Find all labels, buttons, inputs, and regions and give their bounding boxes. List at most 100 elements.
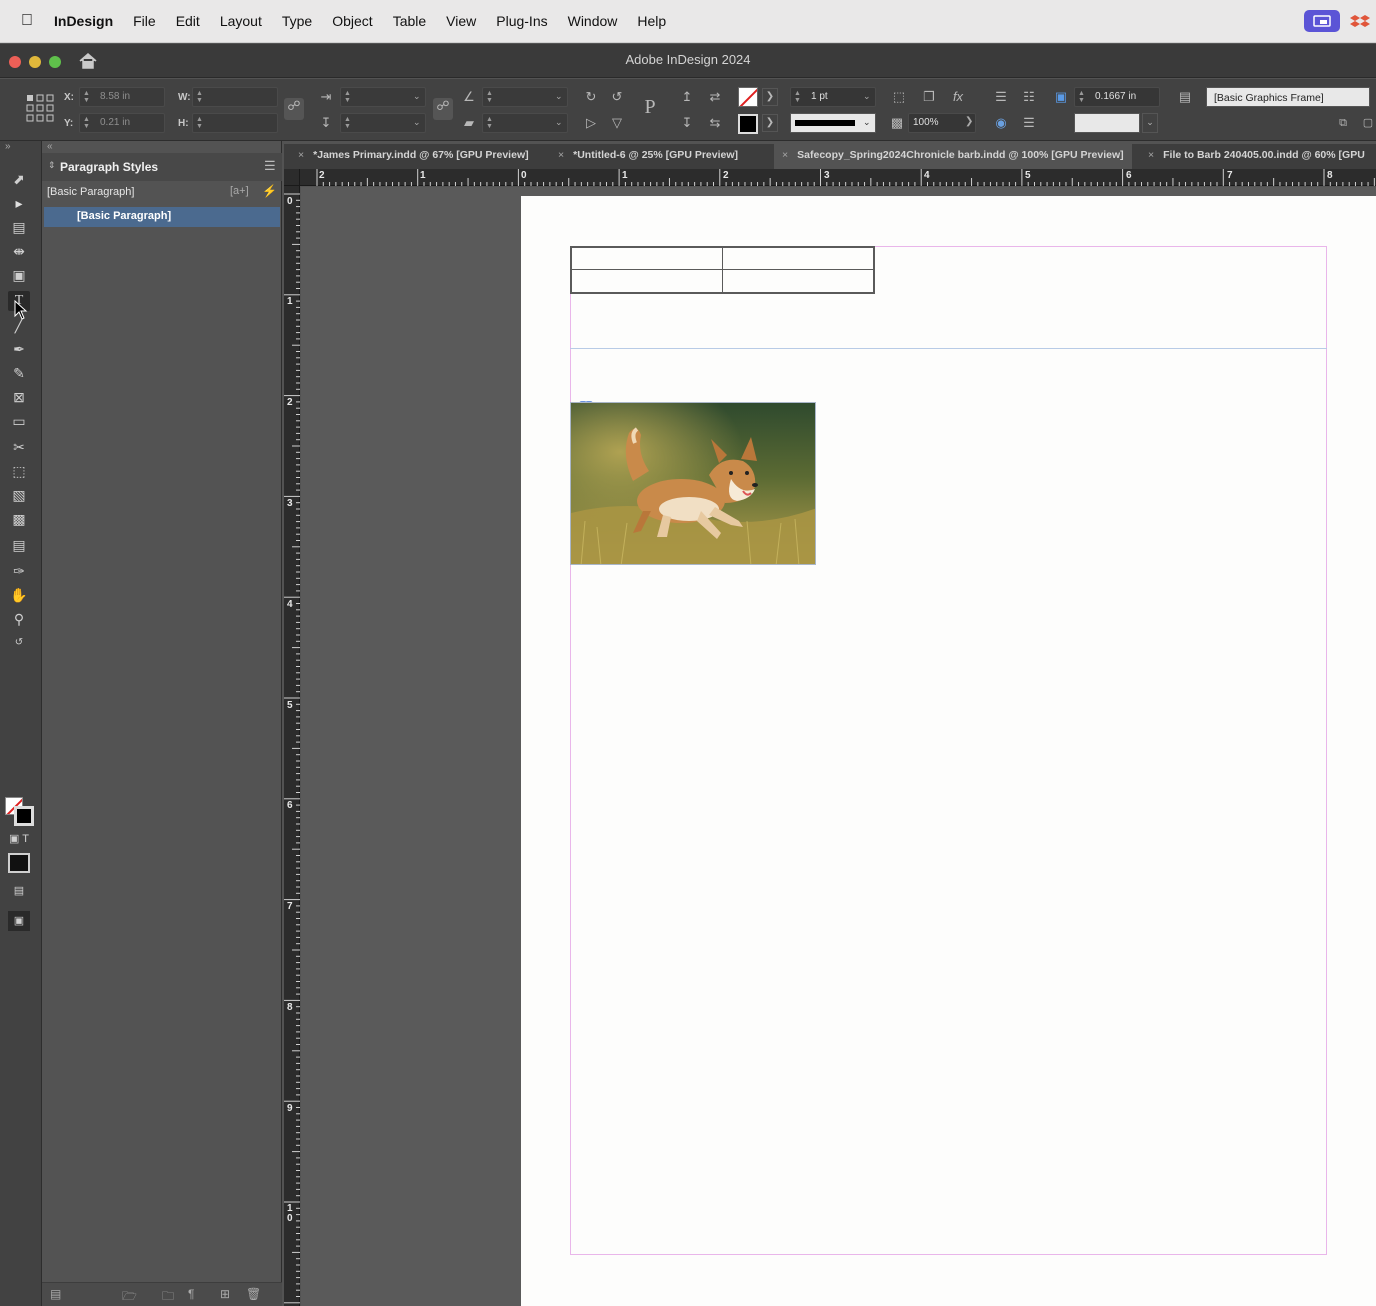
panel-menu-icon[interactable]: ☰	[264, 158, 276, 174]
formatting-affects-icon[interactable]: ▣ T	[4, 829, 34, 849]
stroke-swatch-dropdown-icon[interactable]: ❯	[762, 114, 778, 132]
stroke-color-dropdown-icon[interactable]: ⌄	[1142, 113, 1158, 133]
panel-expand-icon[interactable]: ⇕	[48, 160, 56, 171]
folder-icon[interactable]: 🗀	[162, 1287, 174, 1306]
stepper-icon[interactable]: ▲ ▼	[794, 90, 801, 104]
note-tool-icon[interactable]: ▤	[8, 535, 30, 555]
gradient-swatch-tool-icon[interactable]: ▧	[8, 485, 30, 505]
screen-mode-icon[interactable]: ▤	[8, 881, 30, 901]
stepper-icon[interactable]: ▲ ▼	[83, 90, 90, 104]
content-collector-icon[interactable]: ▣	[8, 265, 30, 285]
table-cell[interactable]	[571, 269, 723, 294]
constrain-proportions-icon[interactable]: ☍	[284, 98, 304, 120]
stroke-swatch-icon[interactable]	[738, 114, 758, 134]
constrain-scale-icon[interactable]: ☍	[433, 98, 453, 120]
flip-horizontal-icon[interactable]: ▷	[582, 115, 600, 131]
table-cell[interactable]	[722, 269, 875, 294]
object-style-dropdown[interactable]: [Basic Graphics Frame]	[1206, 87, 1370, 107]
free-transform-tool-icon[interactable]: ⬚	[8, 461, 30, 481]
wrap-around-icon[interactable]: ☷	[1020, 89, 1038, 105]
style-list-item[interactable]: [Basic Paragraph]	[44, 207, 280, 227]
stroke-weight-field[interactable]: ▲ ▼ 1 pt ⌄	[790, 87, 876, 107]
text-wrap-icon[interactable]: ☰	[992, 89, 1010, 105]
apple-menu-icon[interactable]: 	[0, 12, 54, 30]
stepper-icon[interactable]: ▲ ▼	[1078, 90, 1085, 104]
stepper-icon[interactable]: ▲ ▼	[486, 90, 493, 104]
collapse-tools-icon[interactable]: »	[5, 141, 11, 152]
tab-untitled-6[interactable]: × *Untitled-6 @ 25% [GPU Preview]	[558, 144, 738, 169]
apply-color-icon[interactable]	[8, 853, 30, 873]
placed-image-corgi[interactable]	[570, 402, 816, 565]
menu-table[interactable]: Table	[393, 13, 426, 29]
clear-overrides-icon[interactable]: ⧉	[1334, 115, 1352, 131]
reference-point-icon[interactable]	[26, 94, 54, 122]
table-cell[interactable]	[722, 247, 875, 270]
vertical-ruler[interactable]: 0 1 2 3 4 5 6 7 8 9 1 0	[284, 186, 300, 1306]
select-previous-icon[interactable]: ⇄	[704, 89, 726, 105]
menu-help[interactable]: Help	[637, 13, 666, 29]
stepper-icon[interactable]: ▲ ▼	[196, 90, 203, 104]
menu-plugins[interactable]: Plug-Ins	[496, 13, 547, 29]
menu-edit[interactable]: Edit	[176, 13, 200, 29]
table-frame[interactable]	[570, 246, 875, 294]
rotate-cw-icon[interactable]: ↻	[582, 89, 600, 105]
effects-fx-icon[interactable]: fx	[948, 89, 968, 105]
menu-layout[interactable]: Layout	[220, 13, 262, 29]
height-field[interactable]: ▲ ▼	[192, 113, 278, 133]
create-style-from-selection-icon[interactable]: [a+]	[230, 185, 249, 197]
flip-vertical-icon[interactable]: ▽	[608, 115, 626, 131]
width-field[interactable]: ▲ ▼	[192, 87, 278, 107]
shear-field[interactable]: ▲ ▼ ⌄	[482, 113, 568, 133]
gradient-feather-tool-icon[interactable]: ▩	[8, 509, 30, 529]
stroke-color-preview[interactable]	[1074, 113, 1140, 133]
menu-view[interactable]: View	[446, 13, 476, 29]
scale-y-field[interactable]: ▲ ▼ ⌄	[340, 113, 426, 133]
direct-selection-tool-icon[interactable]: ▸	[8, 193, 30, 213]
stepper-icon[interactable]: ▲ ▼	[83, 116, 90, 130]
swap-fill-stroke-icon[interactable]: ↺	[8, 633, 30, 653]
wrap-jump-icon[interactable]: ☰	[1020, 115, 1038, 131]
frame-fitting-icon[interactable]: ▣	[1052, 89, 1070, 105]
y-position-field[interactable]: ▲ ▼ 0.21 in	[79, 113, 165, 133]
menu-window[interactable]: Window	[568, 13, 618, 29]
close-tab-icon[interactable]: ×	[298, 149, 304, 161]
selection-tool-icon[interactable]: ⬈	[8, 169, 30, 189]
drop-shadow-icon[interactable]: ❐	[920, 89, 938, 105]
tab-james-primary[interactable]: × *James Primary.indd @ 67% [GPU Preview]	[298, 144, 529, 169]
screen-share-icon[interactable]	[1304, 10, 1340, 32]
rotation-field[interactable]: ▲ ▼ ⌄	[482, 87, 568, 107]
stroke-type-dropdown[interactable]: ⌄	[790, 113, 876, 133]
close-tab-icon[interactable]: ×	[558, 149, 564, 161]
stepper-icon[interactable]: ▲ ▼	[196, 116, 203, 130]
load-styles-icon[interactable]: ▤	[50, 1287, 61, 1301]
quick-apply-icon[interactable]: ⚡	[262, 184, 277, 198]
stepper-icon[interactable]: ▲ ▼	[344, 90, 351, 104]
fill-none-swatch-icon[interactable]	[738, 87, 758, 107]
dropbox-icon[interactable]	[1350, 10, 1372, 32]
app-menu[interactable]: InDesign	[54, 13, 113, 29]
ruler-origin[interactable]	[284, 169, 300, 186]
pencil-tool-icon[interactable]: ✎	[8, 363, 30, 383]
select-content-icon[interactable]: ↧	[678, 115, 696, 131]
zoom-tool-icon[interactable]: ⚲	[8, 609, 30, 629]
frame-offset-field[interactable]: ▲ ▼ 0.1667 in	[1074, 87, 1160, 107]
collapse-panel-icon[interactable]: «	[47, 141, 53, 152]
new-style-group-icon[interactable]: 🗁	[122, 1287, 137, 1306]
tab-file-to-barb[interactable]: × File to Barb 240405.00.indd @ 60% [GPU	[1148, 144, 1365, 169]
pen-tool-icon[interactable]: ✒	[8, 339, 30, 359]
hand-tool-icon[interactable]: ✋	[8, 585, 30, 605]
view-mode-icon[interactable]: ▣	[8, 911, 30, 931]
table-cell[interactable]	[571, 247, 723, 270]
close-tab-icon[interactable]: ×	[782, 149, 788, 161]
clear-overrides-pilcrow-icon[interactable]: ¶	[188, 1287, 194, 1301]
menu-file[interactable]: File	[133, 13, 156, 29]
new-style-icon[interactable]: ⊞	[220, 1287, 230, 1301]
eyedropper-tool-icon[interactable]: ✑	[8, 561, 30, 581]
rotate-ccw-icon[interactable]: ↺	[608, 89, 626, 105]
select-container-icon[interactable]: ↥	[678, 89, 696, 105]
stroke-box-icon[interactable]	[14, 806, 34, 826]
stepper-icon[interactable]: ▲ ▼	[344, 116, 351, 130]
ruler-guide[interactable]	[570, 348, 1327, 349]
page-tool-icon[interactable]: ▤	[8, 217, 30, 237]
menu-object[interactable]: Object	[332, 13, 372, 29]
